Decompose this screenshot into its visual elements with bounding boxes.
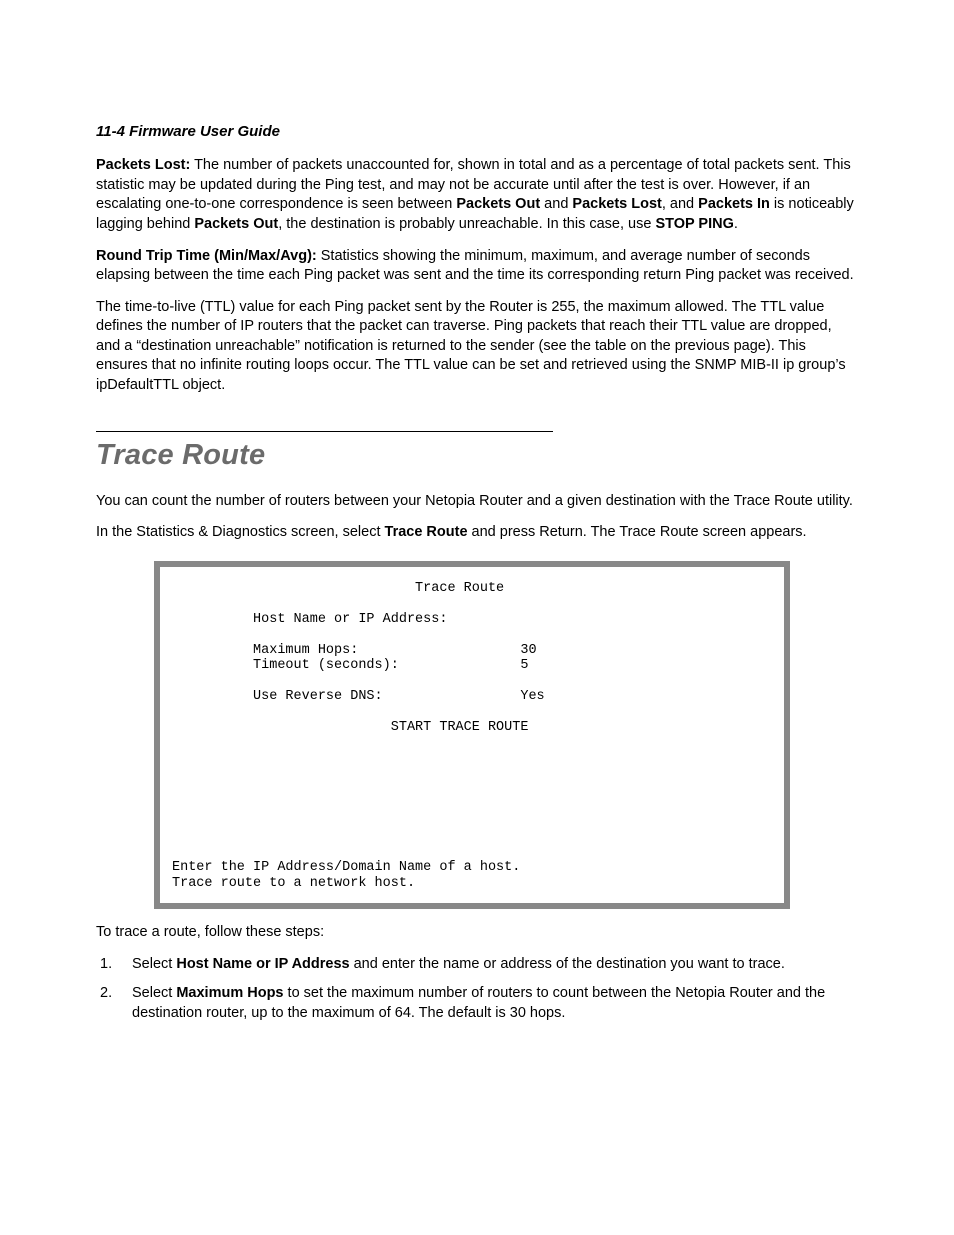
term-max-hops: Maximum Hops [176, 985, 283, 1001]
term-packets-out: Packets Out [456, 196, 540, 212]
page: 11-4 Firmware User Guide Packets Lost: T… [0, 0, 954, 1235]
text: . [734, 216, 738, 232]
text: , and [662, 196, 698, 212]
step-1: Select Host Name or IP Address and enter… [96, 955, 858, 975]
text: and press Return. The Trace Route screen… [468, 524, 807, 540]
term-packets-lost: Packets Lost: [96, 157, 190, 173]
steps-intro: To trace a route, follow these steps: [96, 923, 858, 943]
term-rtt: Round Trip Time (Min/Max/Avg): [96, 248, 317, 264]
text: and [540, 196, 572, 212]
term-packets-out-2: Packets Out [194, 216, 278, 232]
text: Select [132, 956, 176, 972]
paragraph-ttl: The time-to-live (TTL) value for each Pi… [96, 298, 858, 396]
term-packets-in: Packets In [698, 196, 770, 212]
text: In the Statistics & Diagnostics screen, … [96, 524, 385, 540]
step-2: Select Maximum Hops to set the maximum n… [96, 984, 858, 1023]
terminal-content: Trace Route Host Name or IP Address: Max… [166, 573, 778, 897]
terminal-screen: Trace Route Host Name or IP Address: Max… [154, 561, 790, 909]
text: and enter the name or address of the des… [350, 956, 785, 972]
section-number: 11-4 [96, 123, 125, 140]
text: Select [132, 985, 176, 1001]
paragraph-rtt: Round Trip Time (Min/Max/Avg): Statistic… [96, 247, 858, 286]
term-packets-lost-inline: Packets Lost [572, 196, 661, 212]
term-host-name: Host Name or IP Address [176, 956, 349, 972]
doc-title-text: Firmware User Guide [129, 123, 280, 140]
term-stop-ping: STOP PING [655, 216, 733, 232]
steps-list: Select Host Name or IP Address and enter… [96, 955, 858, 1024]
text: , the destination is probably unreachabl… [278, 216, 655, 232]
paragraph-trace-intro: You can count the number of routers betw… [96, 492, 858, 512]
paragraph-packets-lost: Packets Lost: The number of packets unac… [96, 156, 858, 234]
paragraph-trace-select: In the Statistics & Diagnostics screen, … [96, 523, 858, 543]
section-rule [96, 431, 553, 432]
section-title: Trace Route [96, 436, 858, 475]
term-trace-route: Trace Route [385, 524, 468, 540]
page-header: 11-4 Firmware User Guide [96, 122, 858, 142]
